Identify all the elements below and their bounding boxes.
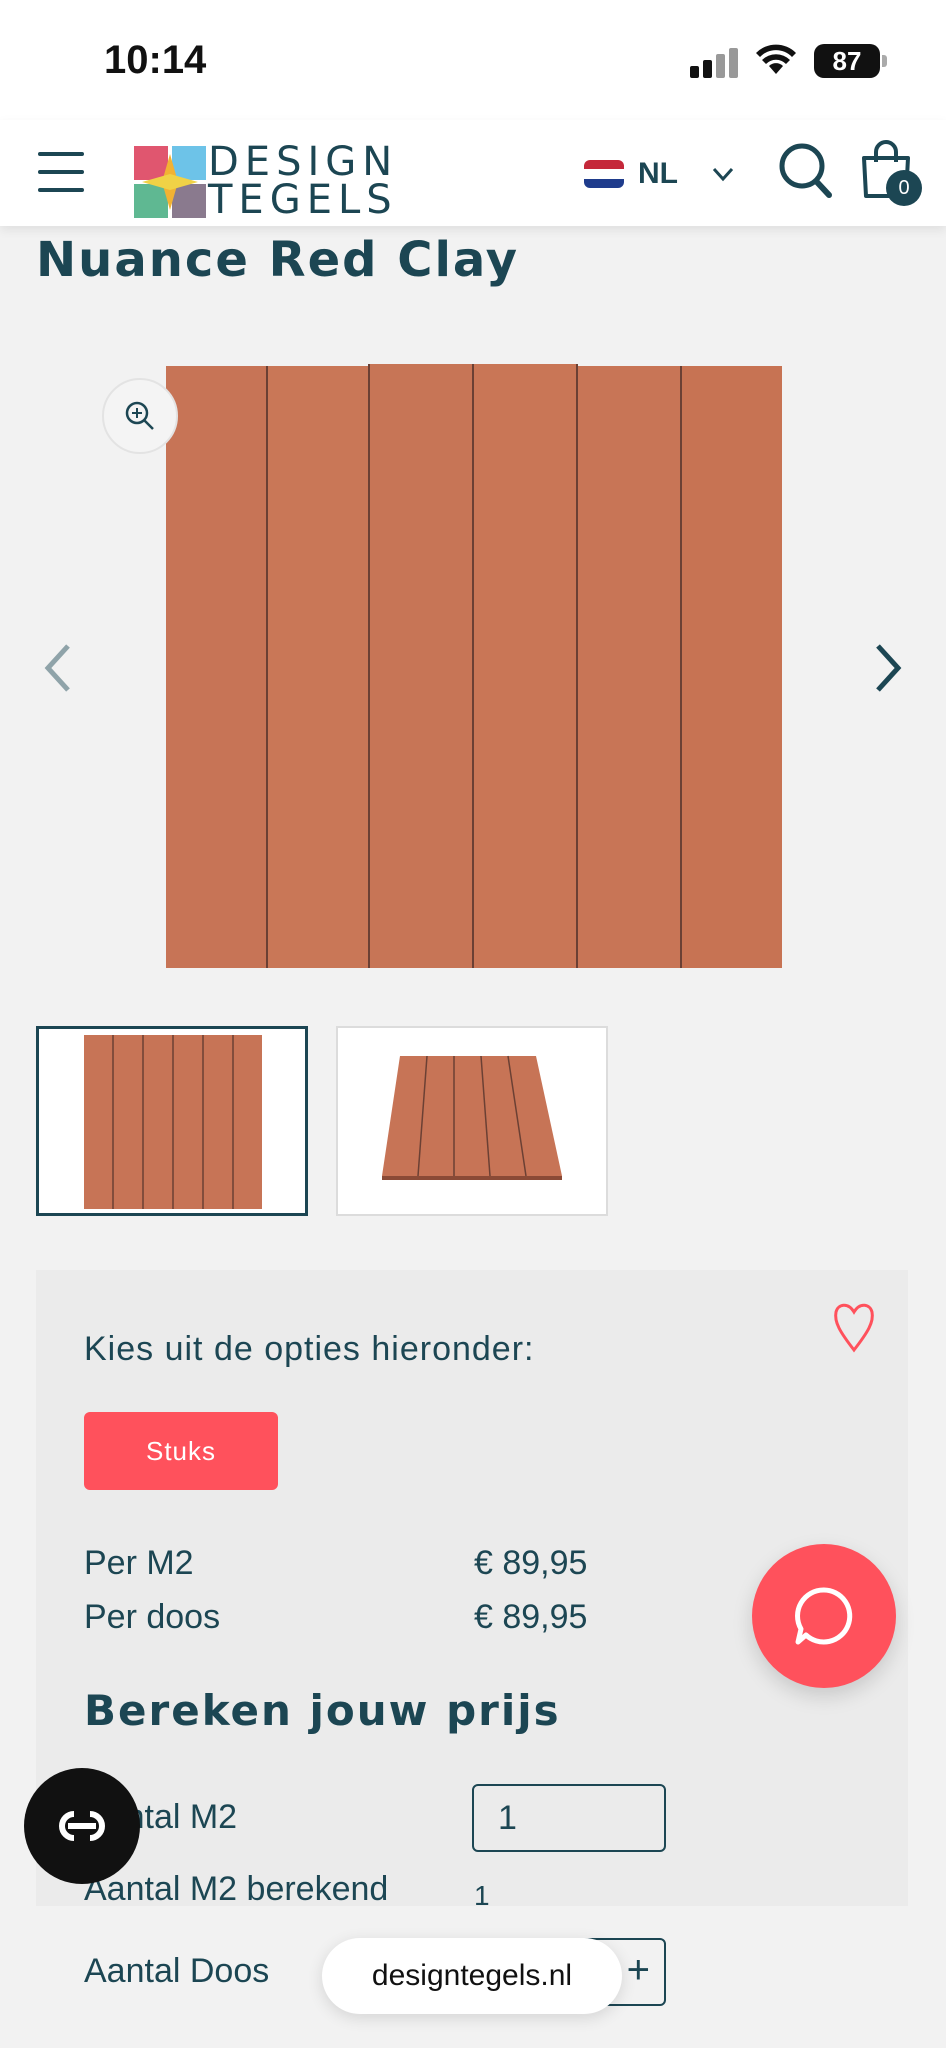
chevron-left-icon[interactable] [38, 640, 78, 696]
product-gallery [0, 330, 946, 1010]
chevron-down-icon [712, 167, 734, 182]
zoom-button[interactable] [102, 378, 178, 454]
logo[interactable]: DESIGN TEGELS [134, 132, 392, 220]
search-icon[interactable] [778, 142, 832, 198]
chat-bubble-icon [795, 1587, 853, 1645]
thumbnail-2-image [382, 1055, 562, 1180]
language-label: NL [638, 157, 678, 190]
product-image[interactable] [162, 364, 782, 970]
product-title: Nuance Red Clay [36, 232, 520, 288]
thumbnail-1[interactable] [36, 1026, 308, 1216]
logo-mark-icon [134, 146, 206, 218]
m2-calculated-label: Aantal M2 berekend [84, 1870, 389, 1908]
signal-icon [690, 48, 740, 78]
flag-nl-icon [584, 160, 624, 188]
plus-button[interactable]: + [627, 1948, 650, 1993]
logo-text-tegels: TEGELS [208, 177, 398, 223]
m2-input[interactable] [472, 1784, 666, 1852]
unit-stuks-button[interactable]: Stuks [84, 1412, 278, 1490]
calculator-title: Bereken jouw prijs [84, 1686, 561, 1735]
language-selector[interactable]: NL [584, 154, 738, 194]
thumbnail-1-image [84, 1035, 262, 1209]
cart-button[interactable]: 0 [860, 140, 930, 210]
logo-text-design: DESIGN [208, 139, 399, 185]
menu-icon[interactable] [38, 150, 84, 194]
price-label-m2: Per M2 [84, 1544, 194, 1582]
wifi-icon [756, 44, 796, 74]
status-time: 10:14 [104, 38, 207, 82]
price-value-m2: € 89,95 [474, 1544, 588, 1582]
consent-icon [59, 1811, 105, 1841]
chat-button[interactable] [752, 1544, 896, 1688]
price-value-doos: € 89,95 [474, 1598, 588, 1636]
options-label: Kies uit de opties hieronder: [84, 1330, 535, 1368]
site-header: DESIGN TEGELS NL 0 [0, 120, 946, 226]
url-bar[interactable]: designtegels.nl [322, 1938, 622, 2014]
price-label-doos: Per doos [84, 1598, 221, 1636]
status-bar: 10:14 87 [0, 0, 946, 120]
doos-label: Aantal Doos [84, 1952, 270, 1990]
thumbnail-2[interactable] [336, 1026, 608, 1216]
m2-calculated-value: 1 [474, 1880, 490, 1911]
zoom-in-icon [125, 401, 154, 430]
battery-indicator: 87 [814, 44, 880, 78]
cart-count-badge: 0 [886, 170, 922, 206]
battery-tip [882, 55, 887, 67]
heart-icon[interactable] [830, 1300, 878, 1354]
chevron-right-icon[interactable] [868, 640, 908, 696]
cookie-consent-button[interactable] [24, 1768, 140, 1884]
